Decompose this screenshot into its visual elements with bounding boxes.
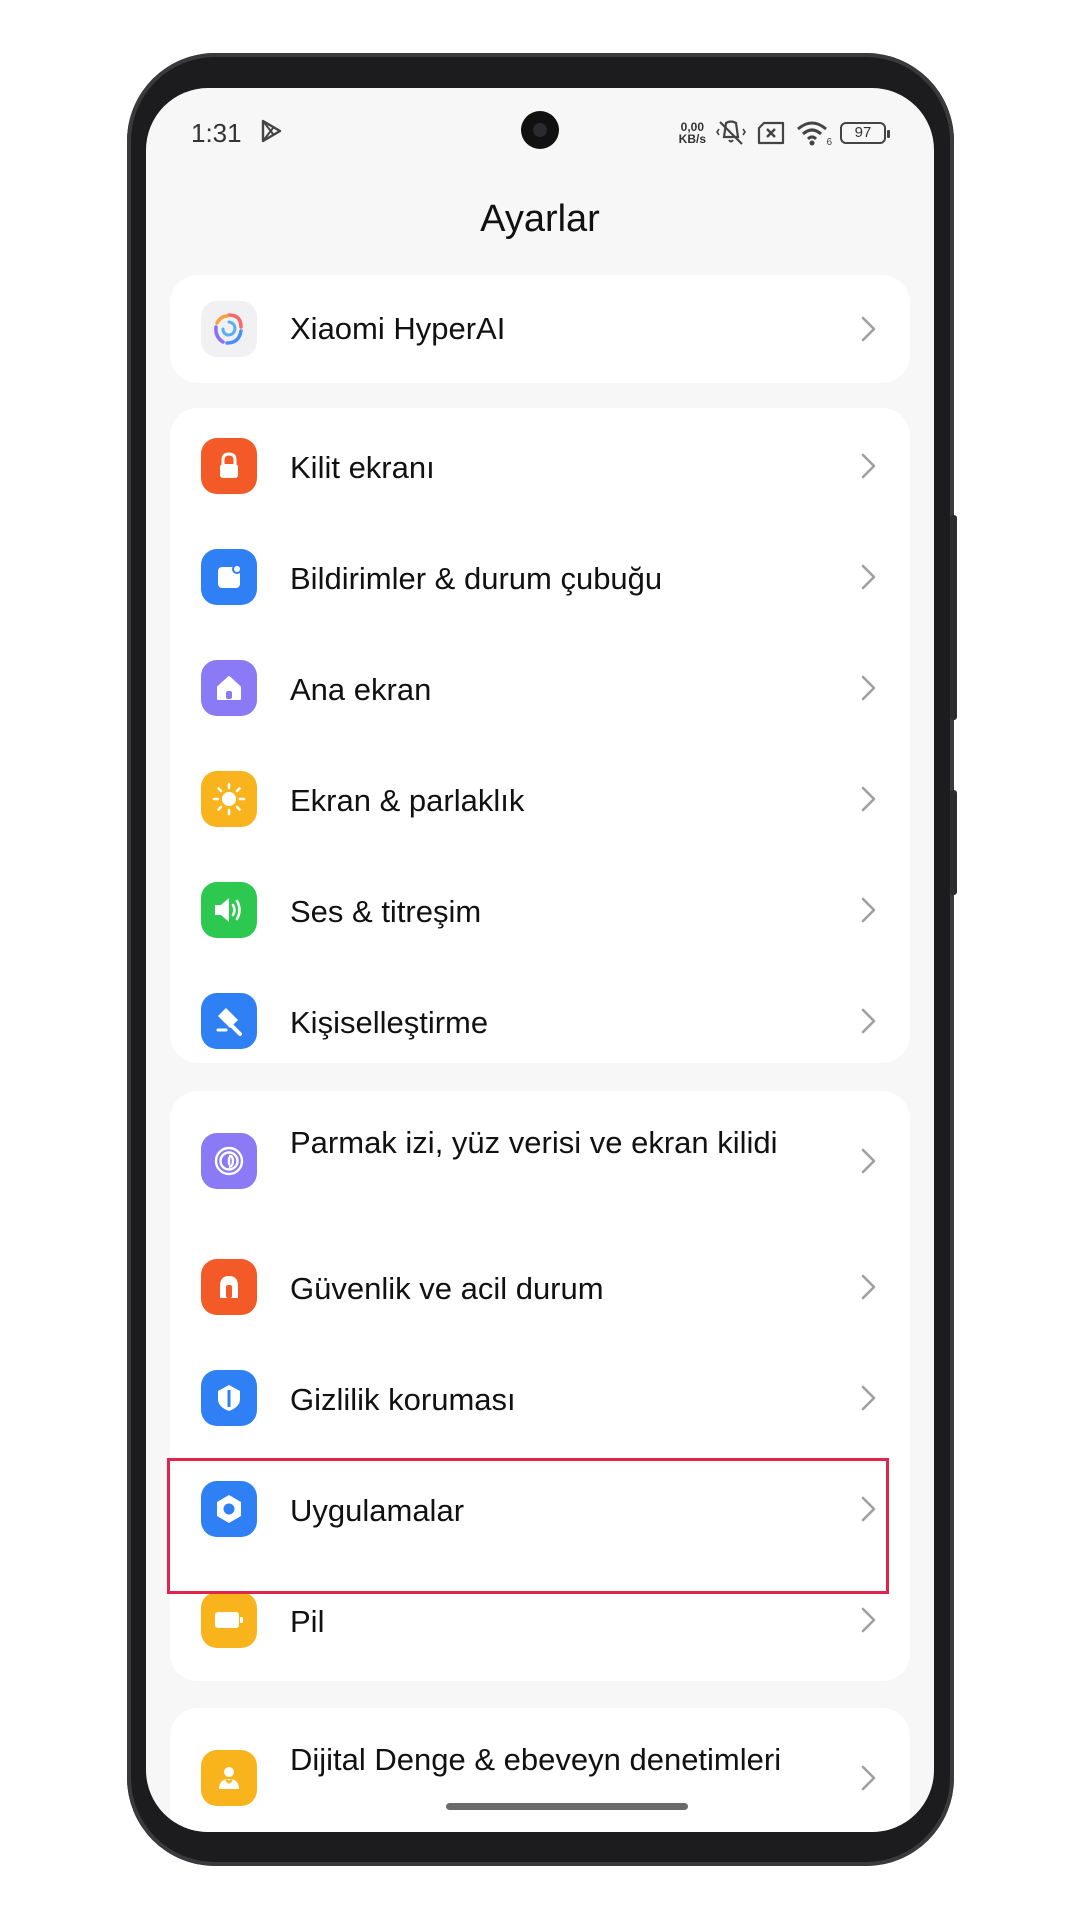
settings-item-label: Ekran & parlaklık — [290, 783, 525, 818]
play-store-icon — [261, 119, 282, 143]
notification-icon — [201, 549, 257, 605]
settings-item-xiaomi-hyperai[interactable]: Xiaomi HyperAI — [170, 275, 910, 383]
settings-item-label: Ana ekran — [290, 672, 432, 707]
settings-item-privacy[interactable]: Gizlilik koruması — [170, 1342, 910, 1454]
chevron-right-icon — [861, 675, 876, 701]
chevron-right-icon — [861, 1385, 876, 1411]
settings-item-digital-wellbeing[interactable]: Dijital Denge & ebeveyn denetimleri — [170, 1708, 910, 1832]
front-camera — [521, 111, 559, 149]
wellbeing-icon — [201, 1750, 257, 1806]
settings-item-label: Ses & titreşim — [290, 894, 482, 929]
settings-item-label: Xiaomi HyperAI — [290, 311, 506, 346]
vibrate-icon — [716, 120, 746, 145]
chevron-right-icon — [861, 1274, 876, 1300]
status-icons: 0,00 KB/s 6 97 — [679, 118, 890, 148]
battery-indicator: 97 — [840, 122, 890, 144]
gesture-home-bar[interactable] — [446, 1803, 688, 1810]
page-title: Ayarlar — [480, 198, 600, 240]
hyperai-swirl-icon — [201, 301, 257, 357]
home-icon — [201, 660, 257, 716]
status-time: 1:31 — [191, 118, 242, 148]
settings-item-label: Kişiselleştirme — [290, 1005, 489, 1040]
network-speed: 0,00 KB/s — [679, 121, 706, 145]
settings-item-label: Güvenlik ve acil durum — [290, 1271, 604, 1306]
settings-item-security-emergency[interactable]: Güvenlik ve acil durum — [170, 1231, 910, 1343]
chevron-right-icon — [861, 316, 876, 342]
wifi-icon — [797, 121, 827, 146]
chevron-right-icon — [861, 564, 876, 590]
chevron-right-icon — [861, 1148, 876, 1174]
highlight-box-apps — [167, 1458, 889, 1594]
fingerprint-icon — [201, 1133, 257, 1189]
battery-icon — [201, 1592, 257, 1648]
chevron-right-icon — [861, 453, 876, 479]
status-bar: 1:31 0,00 KB/s 6 97 — [146, 88, 934, 168]
card-display-sound: Kilit ekranı Bildirimler & durum çubuğu — [170, 408, 910, 1063]
brush-icon — [201, 993, 257, 1049]
lock-icon — [201, 438, 257, 494]
settings-item-label: Pil — [290, 1604, 325, 1639]
chevron-right-icon — [861, 1008, 876, 1034]
sun-icon — [201, 771, 257, 827]
chevron-right-icon — [861, 1607, 876, 1633]
settings-item-label: Parmak izi, yüz verisi ve ekran kilidi — [290, 1125, 778, 1160]
settings-item-display-brightness[interactable]: Ekran & parlaklık — [170, 741, 910, 853]
settings-item-home-screen[interactable]: Ana ekran — [170, 630, 910, 742]
wifi-badge: 6 — [826, 137, 832, 148]
speaker-icon — [201, 882, 257, 938]
chevron-right-icon — [861, 786, 876, 812]
settings-item-label: Bildirimler & durum çubuğu — [290, 561, 663, 596]
settings-item-label: Gizlilik koruması — [290, 1382, 516, 1417]
network-speed-unit: KB/s — [678, 132, 706, 146]
chevron-right-icon — [861, 897, 876, 923]
chevron-right-icon — [861, 1765, 876, 1791]
settings-item-notifications[interactable]: Bildirimler & durum çubuğu — [170, 519, 910, 631]
power-button — [950, 790, 957, 895]
volume-button — [950, 515, 957, 720]
privacy-icon — [201, 1370, 257, 1426]
settings-item-fingerprint-face[interactable]: Parmak izi, yüz verisi ve ekran kilidi — [170, 1091, 910, 1231]
settings-item-personalization[interactable]: Kişiselleştirme — [170, 963, 910, 1063]
wifi-indicator: 6 — [796, 120, 832, 148]
no-sim-icon — [757, 121, 785, 145]
settings-item-label: Dijital Denge & ebeveyn denetimleri — [290, 1742, 782, 1777]
settings-item-label: Kilit ekranı — [290, 450, 435, 485]
card-digital-wellbeing: Dijital Denge & ebeveyn denetimleri — [170, 1708, 910, 1832]
battery-level: 97 — [854, 124, 872, 141]
emergency-icon — [201, 1259, 257, 1315]
card-hyperai: Xiaomi HyperAI — [170, 275, 910, 383]
settings-item-sound-vibration[interactable]: Ses & titreşim — [170, 852, 910, 964]
